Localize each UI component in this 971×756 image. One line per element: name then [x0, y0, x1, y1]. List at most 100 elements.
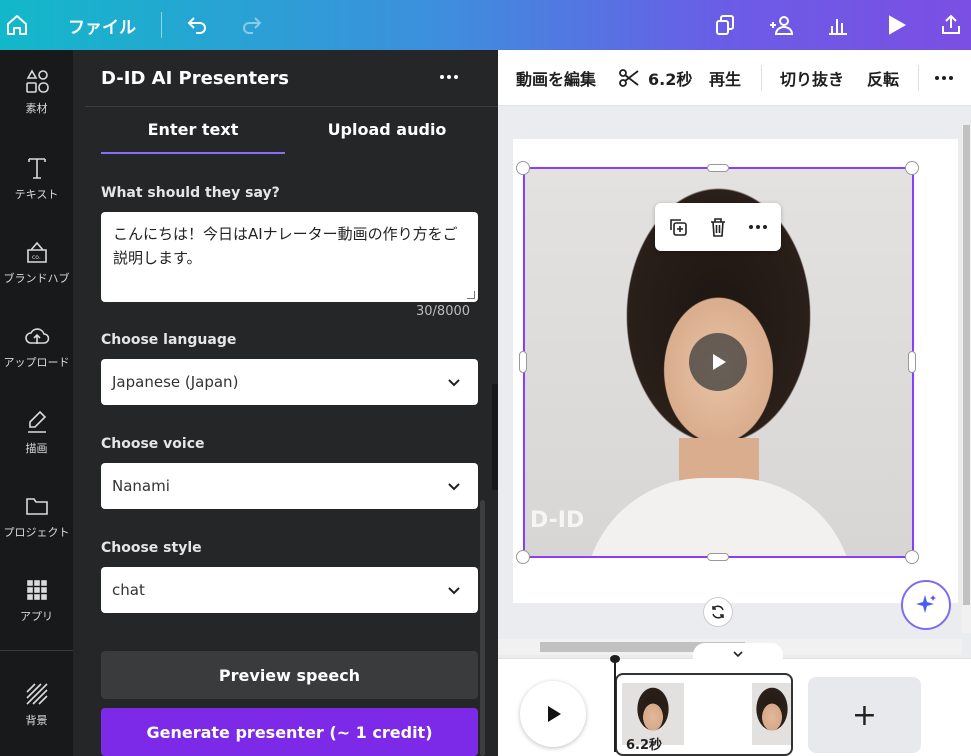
- trim-button[interactable]: 6.2秒: [618, 50, 692, 106]
- share-people-icon[interactable]: [766, 0, 798, 50]
- speech-text-input[interactable]: こんにちは！今日はAIナレーター動画の作り方をご説明します。: [101, 212, 478, 302]
- home-icon[interactable]: [4, 0, 30, 50]
- language-label: Choose language: [101, 332, 237, 348]
- resize-icon[interactable]: [712, 0, 738, 50]
- insights-icon[interactable]: [825, 0, 851, 50]
- vertical-scrollbar[interactable]: [962, 125, 971, 633]
- video-play-icon[interactable]: [689, 333, 747, 391]
- style-select[interactable]: chat: [101, 567, 478, 613]
- active-tab-indicator: [101, 152, 285, 154]
- flip-button[interactable]: 反転: [867, 50, 899, 106]
- timeline-play-button[interactable]: [520, 681, 586, 747]
- rail-item-label: プロジェクト: [3, 526, 70, 539]
- topbar-divider: [161, 12, 162, 38]
- draw-icon: [27, 410, 46, 433]
- file-menu[interactable]: ファイル: [68, 0, 136, 50]
- rail-item-brand-hub[interactable]: co. ブランドハブ: [0, 238, 73, 308]
- rail-item-text[interactable]: テキスト: [0, 154, 73, 224]
- rail-item-elements[interactable]: 素材: [0, 68, 73, 138]
- rail-item-background[interactable]: 背景: [0, 680, 73, 750]
- resize-handle-top[interactable]: [707, 164, 729, 172]
- chevron-down-icon: [448, 379, 460, 387]
- rail-divider: [0, 650, 73, 651]
- tab-enter-text[interactable]: Enter text: [101, 120, 285, 139]
- context-toolbar: 動画を編集 6.2秒 再生 切り抜き 反転: [498, 50, 971, 106]
- language-select[interactable]: Japanese (Japan): [101, 359, 478, 405]
- chevron-down-icon: [448, 483, 460, 491]
- rail-item-upload[interactable]: アップロード: [0, 322, 73, 392]
- upload-cloud-icon: [24, 328, 49, 344]
- present-icon[interactable]: [883, 0, 909, 50]
- floating-toolbar: [655, 203, 781, 251]
- rail-item-apps[interactable]: アプリ: [0, 576, 73, 646]
- chevron-down-icon: [448, 587, 460, 595]
- rail-item-label: 描画: [25, 442, 48, 455]
- voice-value: Nanami: [112, 477, 170, 495]
- more-options-icon[interactable]: [746, 215, 770, 239]
- voice-select[interactable]: Nanami: [101, 463, 478, 509]
- duration-label: 6.2秒: [648, 70, 693, 89]
- upload-icon[interactable]: [938, 0, 964, 50]
- resize-handle-right[interactable]: [908, 351, 916, 373]
- rail-item-label: 素材: [25, 102, 48, 115]
- playhead[interactable]: [614, 660, 616, 752]
- play-button[interactable]: 再生: [709, 50, 741, 106]
- brand-hub-icon: co.: [26, 241, 47, 263]
- redo-icon[interactable]: [239, 0, 265, 50]
- language-value: Japanese (Japan): [112, 373, 239, 391]
- rail-item-label: アプリ: [20, 610, 53, 623]
- play-icon: [548, 706, 561, 722]
- rail-item-label: ブランドハブ: [3, 272, 70, 285]
- panel-scrollbar[interactable]: [480, 500, 485, 756]
- d-id-panel: D-ID AI Presenters Enter text Upload aud…: [73, 50, 498, 756]
- text-icon: [27, 158, 46, 179]
- timeline-clip[interactable]: 6.2秒: [615, 673, 793, 756]
- chevron-down-icon: [733, 651, 743, 658]
- elements-icon: [25, 69, 49, 93]
- edit-video-button[interactable]: 動画を編集: [516, 50, 596, 106]
- rail-item-label: アップロード: [3, 356, 70, 369]
- toolbar-divider: [918, 65, 919, 91]
- resize-handle-bottom[interactable]: [707, 553, 729, 561]
- clip-duration: 6.2秒: [626, 738, 663, 753]
- speech-text-value: こんにちは！今日はAIナレーター動画の作り方をご説明します。: [113, 225, 458, 267]
- resize-handle-bottom-right[interactable]: [905, 550, 919, 564]
- rail-item-label: テキスト: [14, 188, 59, 201]
- undo-icon[interactable]: [184, 0, 210, 50]
- rail-item-label: 背景: [25, 714, 48, 727]
- style-value: chat: [112, 581, 145, 599]
- panel-divider: [85, 106, 498, 107]
- duplicate-icon[interactable]: [666, 215, 690, 239]
- resize-handle-top-right[interactable]: [905, 161, 919, 175]
- more-options-icon[interactable]: [935, 50, 953, 106]
- preview-speech-button[interactable]: Preview speech: [101, 651, 478, 699]
- more-options-icon[interactable]: [433, 64, 465, 90]
- background-icon: [25, 683, 48, 705]
- generate-presenter-button[interactable]: Generate presenter (~ 1 credit): [101, 708, 478, 756]
- magic-sparkle-icon[interactable]: [901, 580, 951, 630]
- resize-handle-bottom-left[interactable]: [516, 550, 530, 564]
- toolbar-divider: [761, 65, 762, 91]
- folder-icon: [25, 498, 48, 515]
- scissors-icon: [619, 69, 639, 87]
- add-page-button[interactable]: +: [808, 677, 921, 753]
- style-label: Choose style: [101, 540, 202, 556]
- timeline-toggle[interactable]: [693, 643, 783, 665]
- resize-handle[interactable]: [467, 291, 475, 299]
- left-rail: 素材 テキスト co. ブランドハブ アップロード 描画 プロジェクト アプリ …: [0, 50, 73, 756]
- panel-title: D-ID AI Presenters: [101, 68, 289, 89]
- crop-button[interactable]: 切り抜き: [780, 50, 844, 106]
- top-bar: ファイル: [0, 0, 971, 50]
- rail-item-projects[interactable]: プロジェクト: [0, 492, 73, 562]
- svg-text:co.: co.: [32, 254, 41, 261]
- resize-handle-left[interactable]: [519, 351, 527, 373]
- tab-upload-audio[interactable]: Upload audio: [295, 120, 479, 139]
- trash-icon[interactable]: [706, 215, 730, 239]
- apps-grid-icon: [26, 580, 47, 600]
- scroll-thumb[interactable]: [963, 125, 970, 605]
- resize-handle-top-left[interactable]: [516, 161, 530, 175]
- rotate-icon[interactable]: [703, 597, 733, 627]
- rail-item-draw[interactable]: 描画: [0, 408, 73, 478]
- say-label: What should they say?: [101, 185, 280, 201]
- clip-thumbnail: [752, 683, 791, 745]
